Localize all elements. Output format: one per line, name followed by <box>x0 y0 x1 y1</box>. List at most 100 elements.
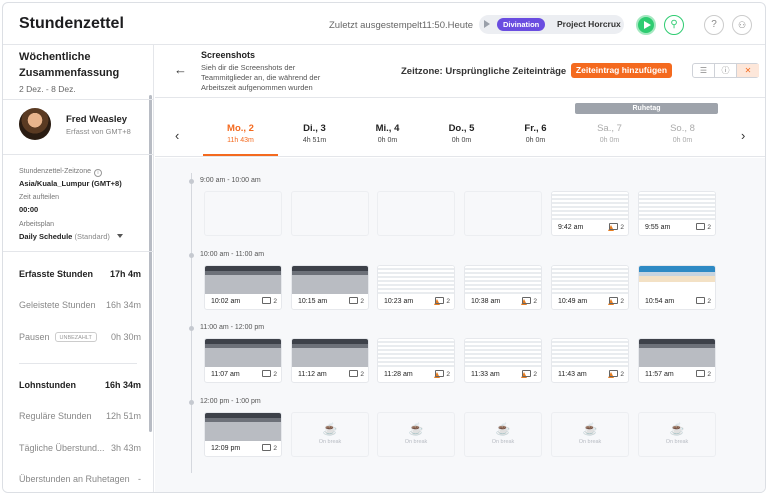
screenshot-thumbnail[interactable]: 11:33 am 2 <box>464 338 542 383</box>
screenshot-thumbnail[interactable]: 9:55 am 2 <box>638 191 716 236</box>
info-icon[interactable]: ⓘ <box>715 64 737 77</box>
screen-count[interactable]: 2 <box>349 370 364 378</box>
screen-count[interactable]: 2 <box>262 444 277 452</box>
work-schedule-select[interactable]: Daily Schedule (Standard) <box>19 232 123 241</box>
tab-day-sat[interactable]: Sa., 7 0h 0m <box>572 123 647 156</box>
screenshot-thumbnail[interactable]: 11:43 am 2 <box>551 338 629 383</box>
user-tracked-from: Erfasst von GMT+8 <box>66 127 131 136</box>
break-slot: ☕ On break <box>291 412 369 457</box>
screenshot-thumbnail[interactable]: 10:23 am 2 <box>377 265 455 310</box>
screenshot-image[interactable] <box>552 192 628 220</box>
weekly-summary-sidebar: Wöchentliche Zusammenfassung 2 Dez. - 8 … <box>3 45 154 492</box>
chevron-right-icon[interactable]: › <box>741 128 745 143</box>
stat-worked-hours: Geleistete Stunden 16h 34m <box>19 300 141 310</box>
break-label: On break <box>404 439 428 445</box>
work-schedule-label: Arbeitsplan <box>19 221 55 228</box>
screenshot-image[interactable] <box>205 339 281 367</box>
break-label: On break <box>578 439 602 445</box>
break-label: On break <box>491 439 515 445</box>
stat-breaks: Pausen UNBEZAHLT 0h 30m <box>19 332 141 342</box>
screen-count[interactable]: 2 <box>262 370 277 378</box>
screenshot-thumbnail[interactable]: 12:09 pm 2 <box>204 412 282 457</box>
screenshot-image[interactable] <box>552 339 628 367</box>
list-icon[interactable]: ☰ <box>693 64 715 77</box>
screenshot-image[interactable] <box>205 413 281 441</box>
coffee-cup-icon: ☕ <box>495 422 511 436</box>
screenshot-time: 10:49 am <box>558 298 588 305</box>
tab-day-sun[interactable]: So., 8 0h 0m <box>645 123 720 156</box>
screenshot-image[interactable] <box>465 266 541 294</box>
sidebar-scrollbar[interactable] <box>149 95 152 432</box>
person-icon[interactable]: ⚲ <box>664 15 684 35</box>
screenshot-thumbnail[interactable]: 11:12 am 2 <box>291 338 369 383</box>
screenshot-thumbnail[interactable]: 9:42 am 2 <box>551 191 629 236</box>
screenshot-thumbnail[interactable]: 10:54 am 2 <box>638 265 716 310</box>
hour-label: 12:00 pm - 1:00 pm <box>200 398 261 405</box>
break-label: On break <box>318 439 342 445</box>
screenshot-thumbnail[interactable]: 11:07 am 2 <box>204 338 282 383</box>
screenshot-image[interactable] <box>552 266 628 294</box>
unpaid-badge: UNBEZAHLT <box>54 332 97 342</box>
screenshot-image[interactable] <box>639 266 715 294</box>
last-clocked-out: Zuletzt ausgestempelt11:50.Heute <box>329 20 473 31</box>
people-icon[interactable]: ⚇ <box>732 15 752 35</box>
coffee-cup-icon: ☕ <box>322 422 338 436</box>
tab-day-tue[interactable]: Di., 3 4h 51m <box>277 123 352 156</box>
screen-count[interactable]: 2 <box>696 223 711 231</box>
split-time-label: Zeit aufteilen <box>19 194 60 201</box>
screenshot-time: 11:12 am <box>298 371 327 378</box>
screen-count[interactable]: 2 <box>609 223 624 231</box>
empty-slot <box>291 191 369 236</box>
screenshot-image[interactable] <box>378 266 454 294</box>
screenshot-time: 11:57 am <box>645 371 674 378</box>
screenshot-thumbnail[interactable]: 10:38 am 2 <box>464 265 542 310</box>
play-small-icon[interactable] <box>484 20 490 28</box>
screenshot-thumbnail[interactable]: 10:02 am 2 <box>204 265 282 310</box>
empty-slot <box>464 191 542 236</box>
screen-count[interactable]: 2 <box>609 370 624 378</box>
tab-day-wed[interactable]: Mi., 4 0h 0m <box>350 123 425 156</box>
tab-day-thu[interactable]: Do., 5 0h 0m <box>424 123 499 156</box>
close-icon[interactable]: ✕ <box>737 64 759 77</box>
split-time-value: 00:00 <box>19 205 39 214</box>
screen-count[interactable]: 2 <box>522 297 537 305</box>
divider <box>19 363 137 364</box>
screenshot-image[interactable] <box>292 339 368 367</box>
screenshot-thumbnail[interactable]: 11:28 am 2 <box>377 338 455 383</box>
info-icon[interactable]: i <box>94 169 102 177</box>
tab-day-fri[interactable]: Fr., 6 0h 0m <box>498 123 573 156</box>
screen-count[interactable]: 2 <box>435 370 450 378</box>
timezone-dropdown[interactable]: Zeitzone: Ursprüngliche Zeiteinträge <box>401 66 578 77</box>
screen-count[interactable]: 2 <box>696 370 711 378</box>
timer-pill[interactable]: Divination Project Horcrux <box>479 15 624 34</box>
screen-count[interactable]: 2 <box>262 297 277 305</box>
screenshot-image[interactable] <box>465 339 541 367</box>
tab-day-mon[interactable]: Mo., 2 11h 43m <box>203 123 278 156</box>
add-time-entry-button[interactable]: Zeiteintrag hinzufügen <box>571 63 672 78</box>
screen-count[interactable]: 2 <box>435 297 450 305</box>
screenshot-thumbnail[interactable]: 11:57 am 2 <box>638 338 716 383</box>
screen-count[interactable]: 2 <box>349 297 364 305</box>
screen-count[interactable]: 2 <box>609 297 624 305</box>
screenshot-image[interactable] <box>205 266 281 294</box>
screenshot-image[interactable] <box>639 339 715 367</box>
screen-count[interactable]: 2 <box>522 370 537 378</box>
screenshot-thumbnail[interactable]: 10:49 am 2 <box>551 265 629 310</box>
page-title: Screenshots <box>201 50 256 60</box>
screenshot-image[interactable] <box>378 339 454 367</box>
chevron-left-icon[interactable]: ‹ <box>175 128 179 143</box>
rest-day-badge: Ruhetag <box>575 103 718 114</box>
empty-slot <box>377 191 455 236</box>
screenshot-thumbnail[interactable]: 10:15 am 2 <box>291 265 369 310</box>
arrow-left-icon[interactable]: ← <box>174 62 187 77</box>
screen-count[interactable]: 2 <box>696 297 711 305</box>
task-name: Project Horcrux <box>557 19 621 29</box>
start-timer-button[interactable] <box>636 15 656 35</box>
screenshot-time: 10:15 am <box>298 298 328 305</box>
screenshot-image[interactable] <box>639 192 715 220</box>
question-icon[interactable]: ? <box>704 15 724 35</box>
screenshot-timeline: 9:00 am - 10:00 am 9:42 am 2 9:55 am 2 10:00 … <box>155 158 765 492</box>
screenshot-image[interactable] <box>292 266 368 294</box>
timeline-dot <box>189 326 194 331</box>
day-selector: Ruhetag ‹ › Mo., 2 11h 43m Di., 3 4h 51m M… <box>155 97 765 157</box>
